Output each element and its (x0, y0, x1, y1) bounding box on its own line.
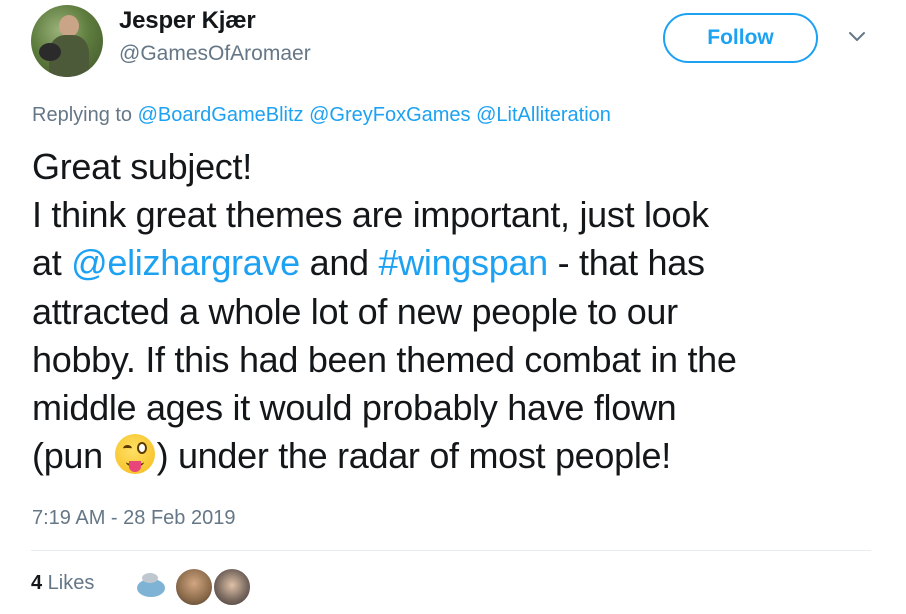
tweet-line: middle ages it would probably have flown (32, 387, 677, 429)
tweet-segment: (pun (32, 435, 113, 477)
tweet-text: Great subject! I think great themes are … (32, 143, 882, 480)
divider (31, 550, 871, 551)
tweet-line: at @elizhargrave and #wingspan - that ha… (32, 239, 882, 287)
tweet-segment: - that has (547, 242, 705, 284)
liker-avatar[interactable] (212, 567, 252, 607)
mention-link[interactable]: @elizhargrave (71, 242, 300, 283)
tweet-line: attracted a whole lot of new people to o… (32, 290, 678, 332)
mention-link[interactable]: @GreyFoxGames (309, 104, 470, 126)
chevron-down-icon[interactable] (848, 30, 866, 42)
author-avatar[interactable] (31, 5, 103, 77)
likes-count[interactable]: 4 Likes (31, 572, 94, 595)
likes-label: Likes (42, 572, 95, 594)
author-display-name[interactable]: Jesper Kjær (119, 7, 256, 35)
likes-number: 4 (31, 572, 43, 594)
tweet-line: I think great themes are important, just… (32, 194, 709, 236)
replying-to: Replying to @BoardGameBlitz @GreyFoxGame… (32, 104, 611, 127)
tweet-line: (pun ) under the radar of most people! (32, 432, 882, 480)
tweet-timestamp[interactable]: 7:19 AM - 28 Feb 2019 (32, 507, 235, 530)
tweet-line: hobby. If this had been themed combat in… (32, 338, 737, 380)
follow-button[interactable]: Follow (663, 13, 818, 63)
winking-face-with-tongue-icon (114, 434, 155, 475)
author-handle[interactable]: @GamesOfAromaer (119, 42, 311, 66)
tweet-line: Great subject! (32, 146, 252, 187)
hashtag-link[interactable]: #wingspan (378, 242, 548, 283)
tweet-segment: and (299, 242, 379, 284)
mention-link[interactable]: @LitAlliteration (476, 104, 611, 126)
liker-avatar[interactable] (174, 567, 214, 607)
replying-prefix: Replying to (32, 104, 133, 126)
mention-link[interactable]: @BoardGameBlitz (138, 104, 304, 126)
liker-avatar[interactable] (130, 567, 170, 607)
tweet-segment: at (32, 242, 72, 284)
tweet-segment: ) under the radar of most people! (156, 435, 672, 477)
